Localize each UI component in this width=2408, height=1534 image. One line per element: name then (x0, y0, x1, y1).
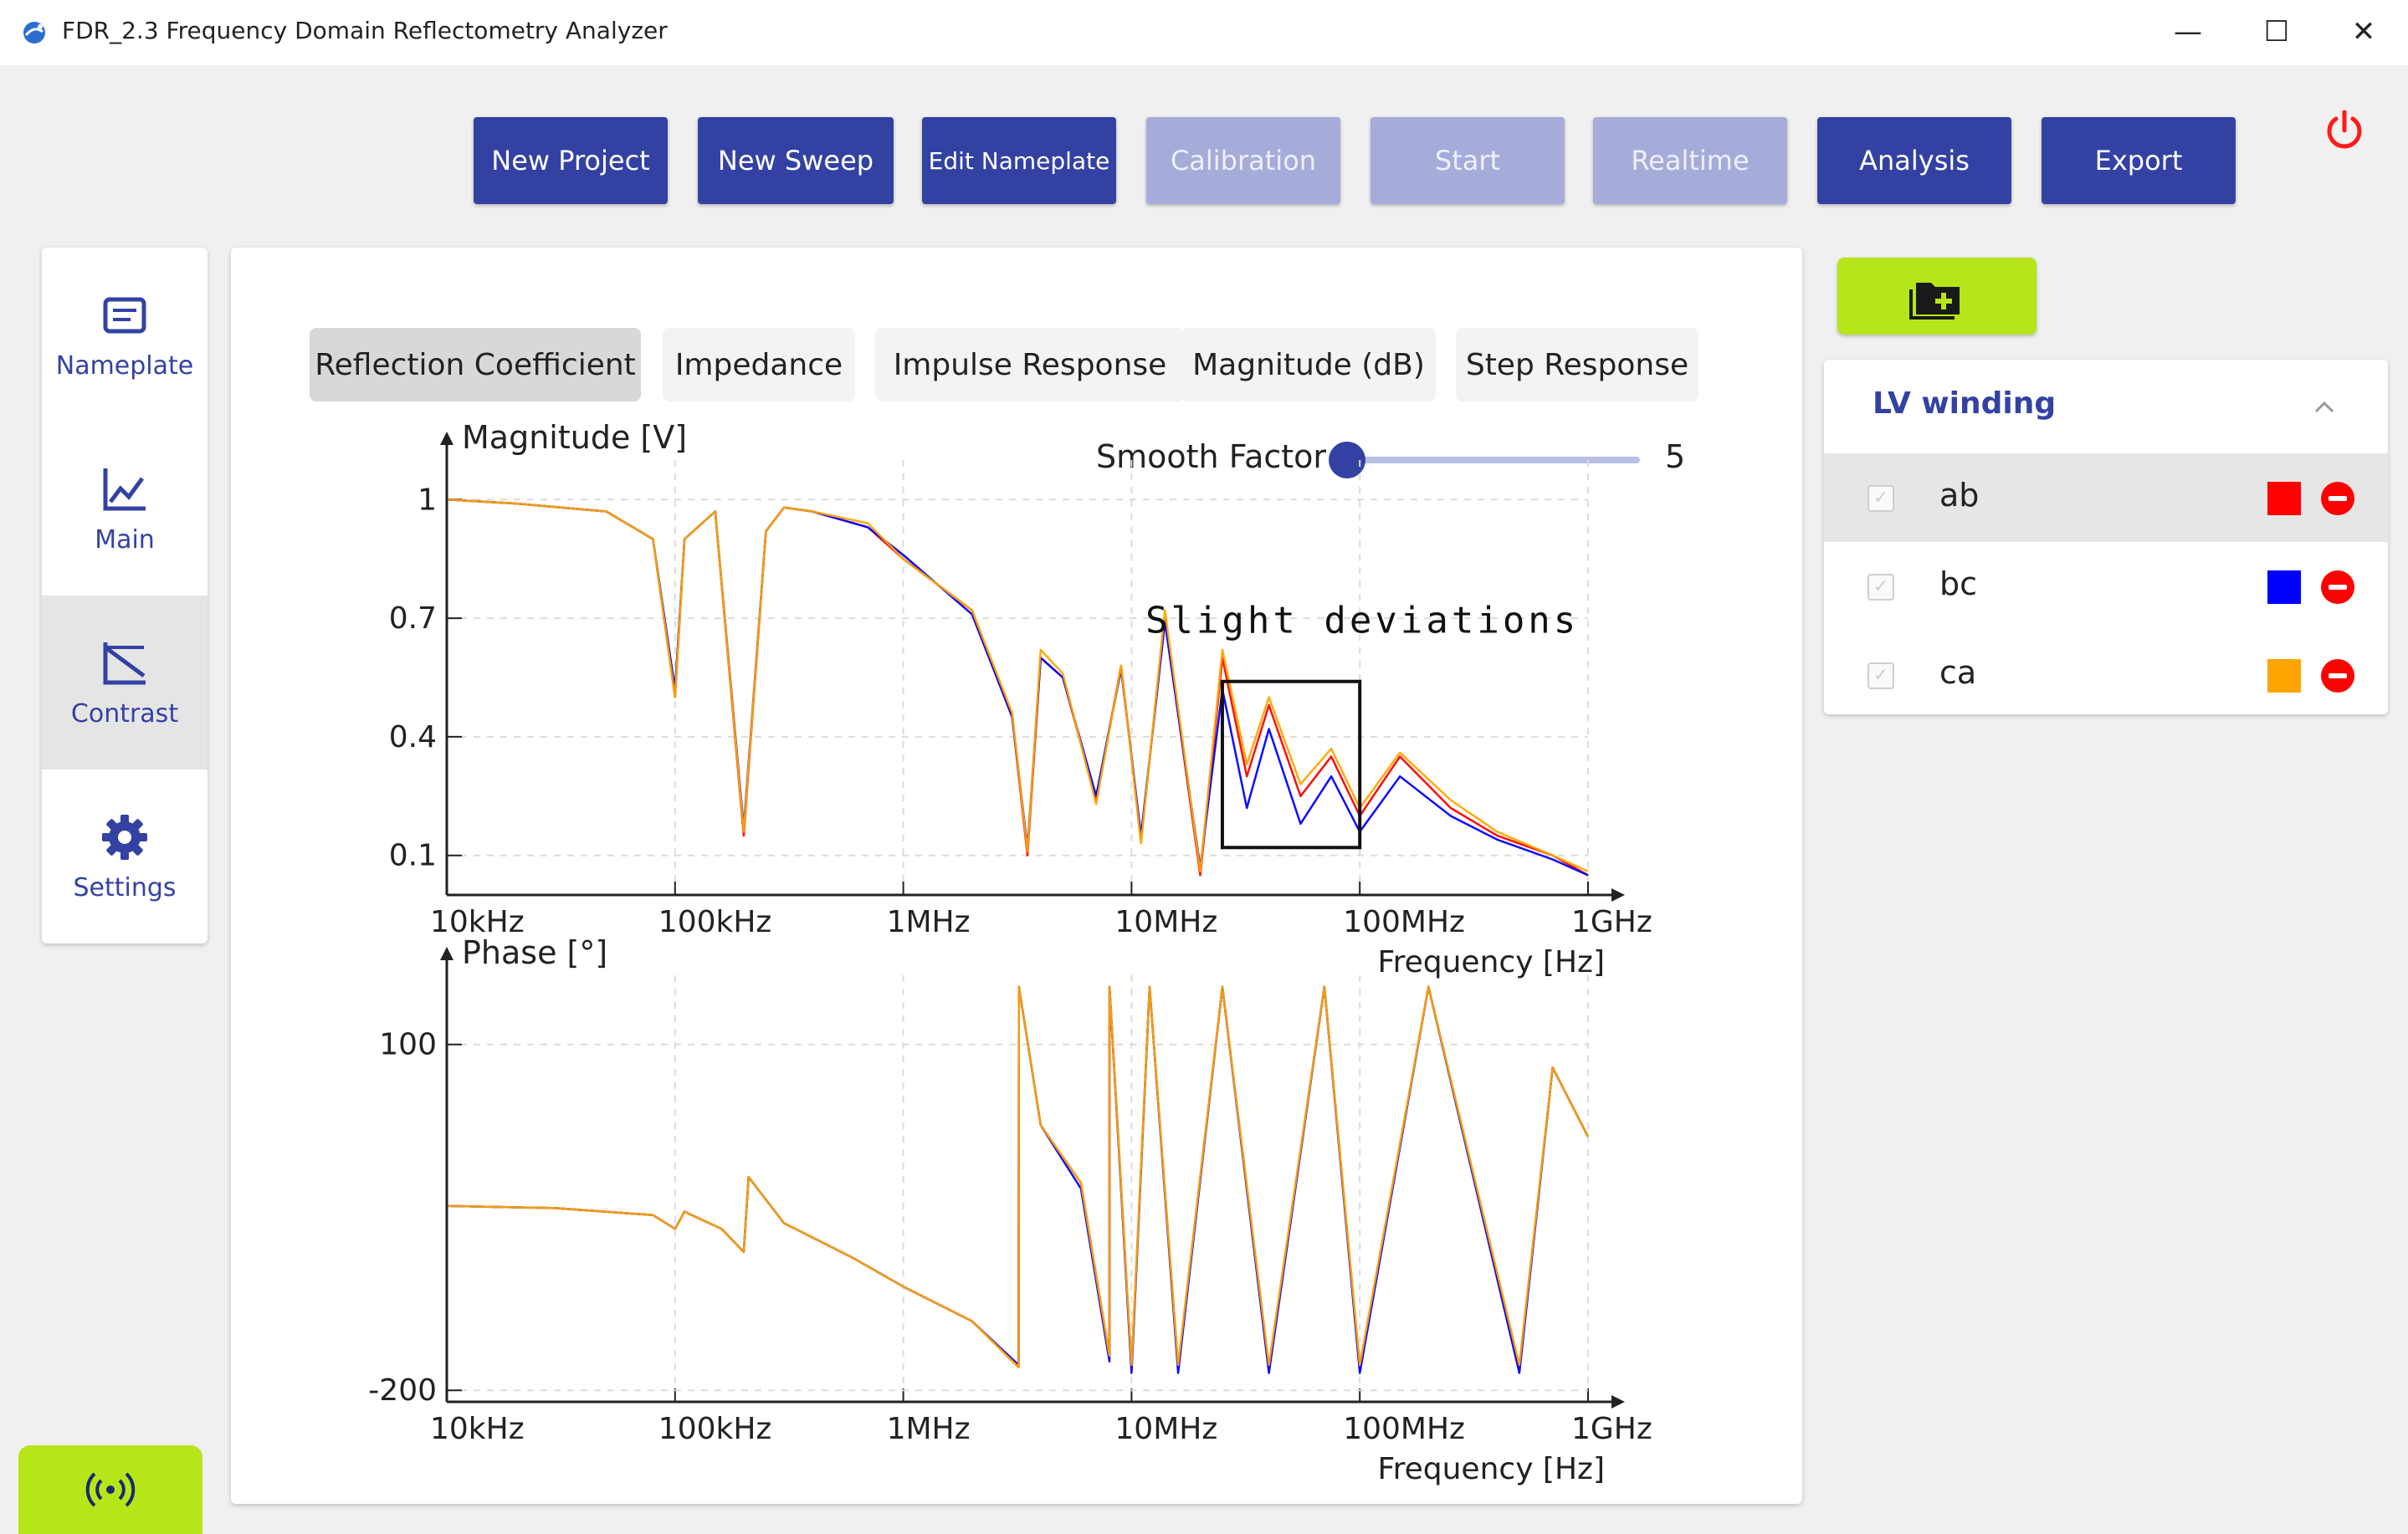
remove-icon[interactable] (2321, 659, 2354, 693)
winding-row-ca[interactable]: ✓ ca (1824, 631, 2388, 719)
sidebar-item-contrast[interactable]: Contrast (42, 596, 207, 770)
nameplate-icon (103, 297, 146, 333)
sidebar-item-label: Nameplate (55, 350, 194, 381)
window-title: FDR_2.3 Frequency Domain Reflectometry A… (62, 17, 668, 44)
color-swatch[interactable] (2267, 659, 2301, 693)
y-tick-label: -200 (368, 1373, 437, 1408)
x-tick-label: 100MHz (1343, 905, 1465, 939)
sidebar-item-label: Settings (73, 872, 177, 903)
sidebar-item-label: Contrast (70, 698, 179, 729)
x-tick-label: 10MHz (1114, 1412, 1217, 1446)
tab-reflection-coefficient[interactable]: Reflection Coefficient (310, 328, 641, 401)
start-button[interactable]: Start (1371, 117, 1565, 204)
x-tick-label: 100kHz (658, 905, 772, 939)
close-button[interactable]: ✕ (2334, 7, 2393, 57)
add-folder-icon (1909, 283, 1960, 320)
app-logo-icon (23, 22, 45, 43)
row-checkbox[interactable]: ✓ (1867, 662, 1894, 689)
realtime-button[interactable]: Realtime (1593, 117, 1787, 204)
y-tick-label: 0.4 (389, 720, 437, 754)
sidebar-item-label: Main (95, 524, 155, 555)
y-tick-label: 1 (418, 483, 437, 517)
wireless-signal-icon (85, 1472, 136, 1507)
add-folder-button[interactable] (1837, 258, 2037, 335)
x-axis-arrow (1611, 888, 1625, 902)
row-checkbox[interactable]: ✓ (1867, 574, 1894, 601)
y-tick-label: 0.7 (389, 601, 437, 636)
x-tick-label: 100kHz (658, 1412, 772, 1446)
calibration-button[interactable]: Calibration (1146, 117, 1340, 204)
y-axis-arrow (440, 947, 453, 960)
row-label: ca (1939, 654, 1977, 691)
minimize-button[interactable]: — (2159, 7, 2217, 57)
row-checkbox[interactable]: ✓ (1867, 485, 1894, 512)
winding-group-panel: LV winding ✓ ab ✓ bc ✓ ca (1824, 360, 2388, 714)
x-tick-label: 1MHz (887, 905, 971, 939)
color-swatch[interactable] (2267, 570, 2301, 604)
x-tick-label: 10MHz (1114, 905, 1217, 939)
series-line-2 (446, 499, 1589, 872)
gear-icon (102, 814, 147, 860)
row-label: bc (1939, 565, 1978, 602)
line-chart-icon (103, 468, 146, 510)
winding-row-bc[interactable]: ✓ bc (1824, 542, 2388, 631)
annotation-label: Slight deviations (1145, 600, 1579, 642)
sidebar-item-settings[interactable]: Settings (42, 770, 207, 943)
x-axis-label: Frequency [Hz] (1378, 945, 1605, 979)
y-axis-arrow (440, 432, 453, 445)
edit-nameplate-button[interactable]: Edit Nameplate (922, 117, 1116, 204)
sidebar: Nameplate Main Contrast Settings (42, 248, 207, 943)
color-swatch[interactable] (2267, 482, 2301, 515)
maximize-button[interactable]: ☐ (2247, 7, 2306, 57)
sidebar-item-main[interactable]: Main (42, 422, 207, 596)
remove-icon[interactable] (2321, 570, 2354, 604)
winding-group-title[interactable]: LV winding (1873, 386, 2056, 421)
contrast-icon (103, 642, 146, 684)
y-tick-label: 0.1 (389, 839, 437, 873)
x-tick-label: 10kHz (430, 1412, 525, 1446)
new-project-button[interactable]: New Project (474, 117, 668, 204)
y-axis-label: Magnitude [V] (462, 419, 687, 456)
export-button[interactable]: Export (2042, 117, 2236, 204)
new-sweep-button[interactable]: New Sweep (698, 117, 894, 204)
chevron-up-icon[interactable] (2308, 390, 2341, 423)
reflection-charts: 10kHz 100kHz 1MHz 10MHz 100MHz 1GHz 1 0.7 0.4 0.1… (368, 419, 1652, 1486)
series-line-0 (446, 499, 1589, 877)
x-tick-label: 1MHz (887, 1412, 971, 1446)
row-label: ab (1939, 477, 1980, 514)
winding-row-ab[interactable]: ✓ ab (1824, 453, 2388, 542)
analysis-button[interactable]: Analysis (1817, 117, 2011, 204)
x-axis-arrow (1611, 1395, 1625, 1409)
tab-step-response[interactable]: Step Response (1456, 328, 1698, 401)
tab-impulse-response[interactable]: Impulse Response (875, 328, 1185, 401)
tab-impedance[interactable]: Impedance (663, 328, 855, 401)
remove-icon[interactable] (2321, 482, 2354, 515)
sidebar-item-nameplate[interactable]: Nameplate (42, 248, 207, 422)
connection-status-button[interactable] (18, 1445, 202, 1534)
power-icon[interactable] (2323, 109, 2366, 152)
title-bar: FDR_2.3 Frequency Domain Reflectometry A… (0, 0, 2408, 65)
y-tick-label: 100 (379, 1028, 437, 1062)
x-axis-label: Frequency [Hz] (1378, 1452, 1605, 1486)
series-line-1 (446, 499, 1589, 877)
x-tick-label: 1GHz (1571, 905, 1652, 939)
x-tick-label: 1GHz (1571, 1412, 1652, 1446)
x-tick-label: 100MHz (1343, 1412, 1465, 1446)
tab-magnitude-db[interactable]: Magnitude (dB) (1181, 328, 1436, 401)
y-axis-label: Phase [°] (462, 934, 607, 971)
